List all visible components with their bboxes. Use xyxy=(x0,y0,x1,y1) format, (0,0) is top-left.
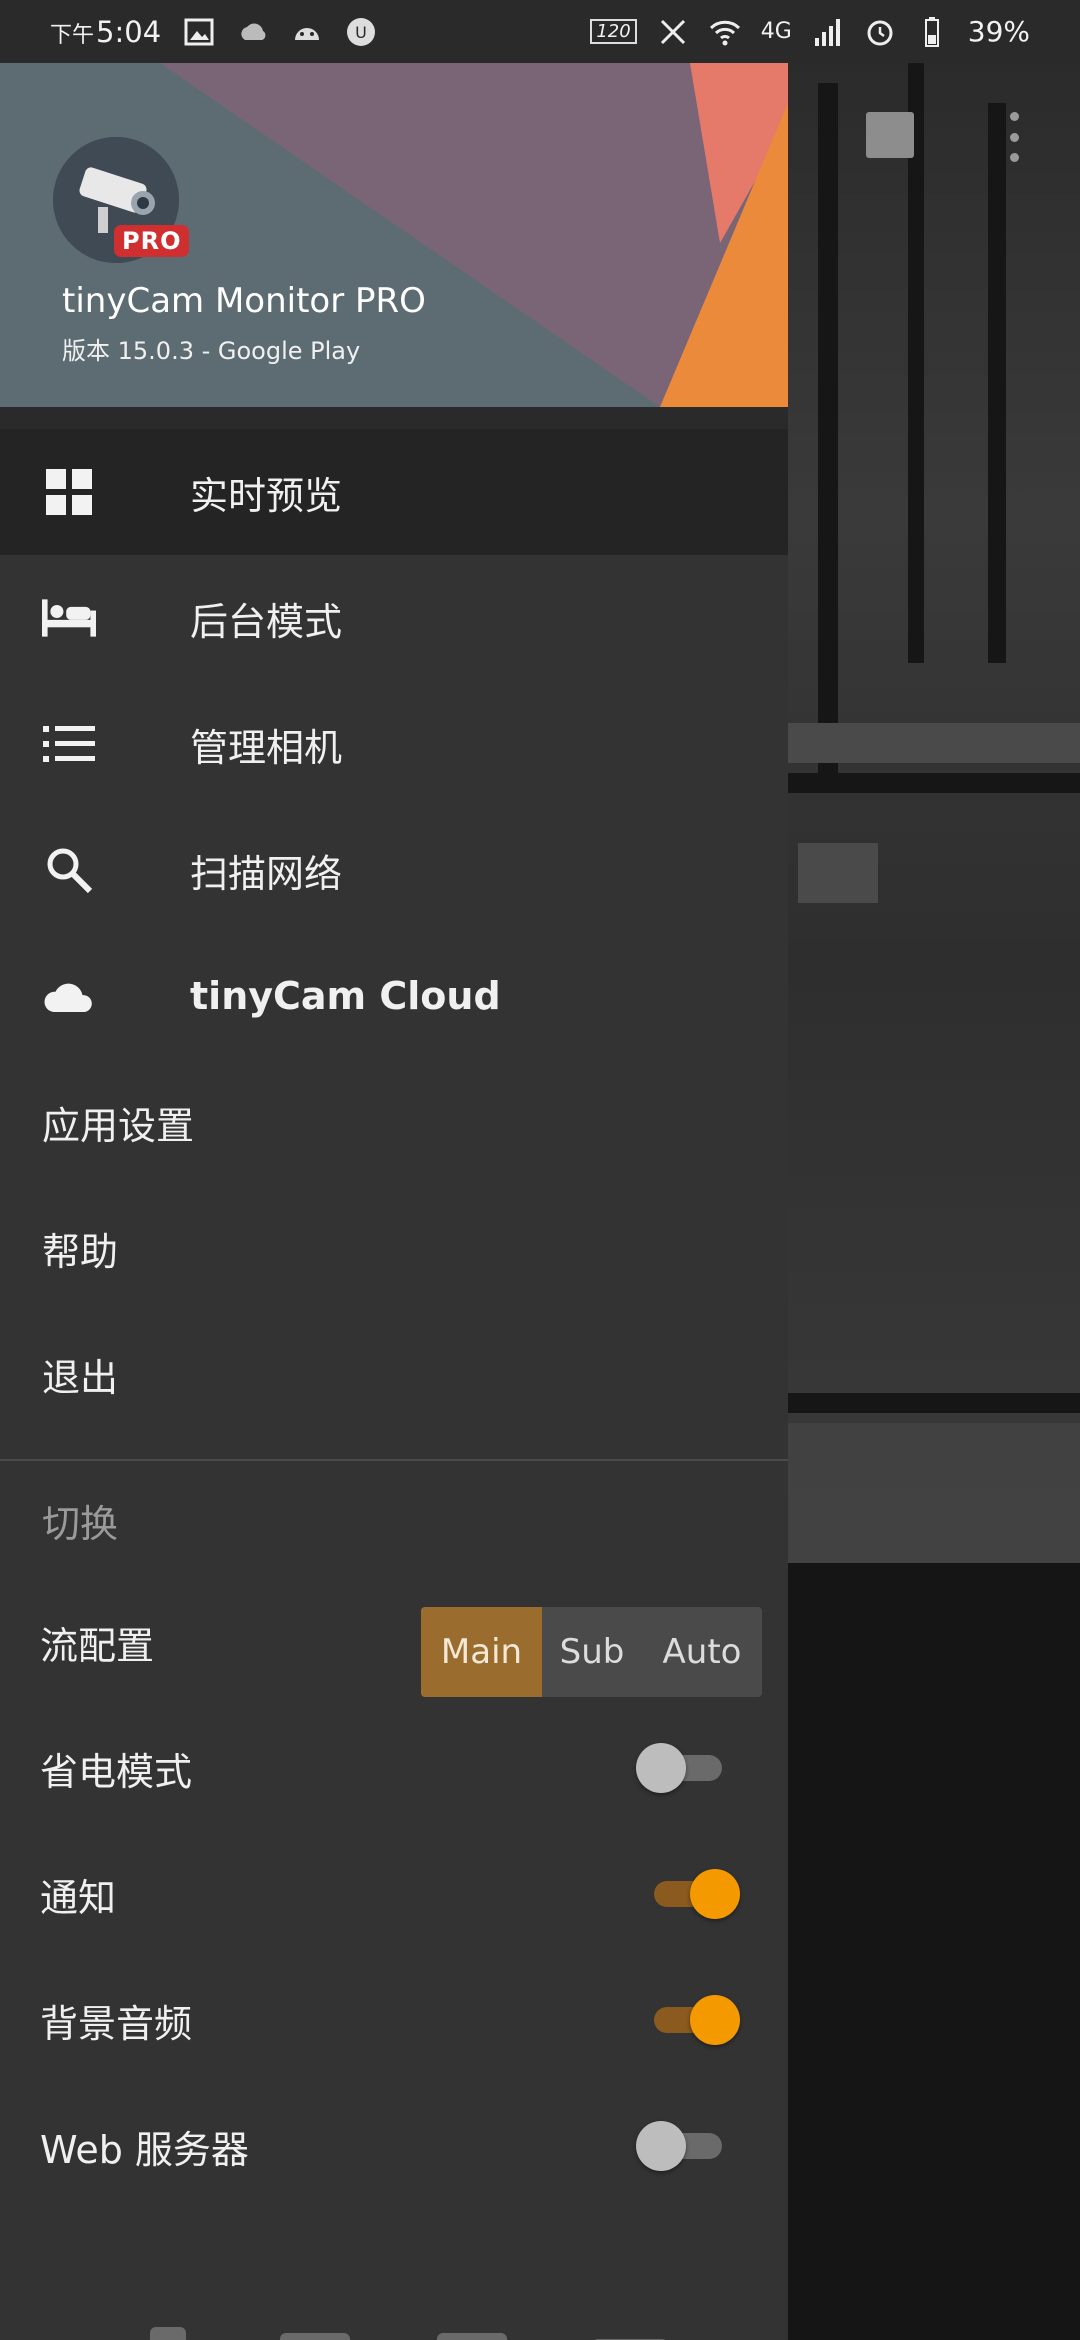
menu-item-app-settings[interactable]: 应用设置 xyxy=(0,1059,788,1185)
setting-power-save: 省电模式 xyxy=(0,1705,788,1831)
x-icon xyxy=(660,19,685,44)
menu-item-label: 实时预览 xyxy=(190,473,343,518)
setting-background-audio: 背景音频 xyxy=(0,1957,788,2083)
drawer-menu: 实时预览 后台模式 管理相机 扫描网络 tinyCam Cloud 应用设置 帮… xyxy=(0,429,788,1437)
menu-item-label: 后台模式 xyxy=(190,599,343,644)
bottom-icon-1[interactable] xyxy=(150,2327,186,2340)
menu-item-background-mode[interactable]: 后台模式 xyxy=(0,555,788,681)
cloud-status-icon xyxy=(241,22,266,40)
alarm-icon xyxy=(867,20,893,45)
grid-icon xyxy=(42,465,96,519)
menu-item-label: 帮助 xyxy=(42,1229,119,1274)
camera-empty-area xyxy=(788,1563,1080,2340)
menu-item-label: 应用设置 xyxy=(42,1103,195,1148)
refresh-rate-icon: 120 xyxy=(590,19,637,44)
drawer-header: PRO tinyCam Monitor PRO 版本 15.0.3 - Goog… xyxy=(0,63,788,407)
stream-option-auto[interactable]: Auto xyxy=(642,1607,762,1697)
stream-option-main[interactable]: Main xyxy=(421,1607,542,1697)
status-bar: 下午5:04 U 120 4G 39% xyxy=(0,0,1080,63)
stream-profile-selector: Main Sub Auto xyxy=(421,1607,762,1697)
notification-toggle[interactable] xyxy=(636,1869,740,1919)
menu-item-tinycam-cloud[interactable]: tinyCam Cloud xyxy=(0,933,788,1059)
bottom-icon-2[interactable] xyxy=(280,2333,350,2340)
bottom-toolbar-peek xyxy=(0,2313,788,2340)
pro-badge: PRO xyxy=(114,225,190,257)
background-audio-toggle[interactable] xyxy=(636,1995,740,2045)
setting-web-server: Web 服务器 xyxy=(0,2083,788,2209)
list-icon xyxy=(42,717,96,771)
cloud-icon xyxy=(42,969,96,1023)
navigation-drawer: PRO tinyCam Monitor PRO 版本 15.0.3 - Goog… xyxy=(0,63,788,2340)
menu-item-label: 管理相机 xyxy=(190,725,343,770)
stream-option-sub[interactable]: Sub xyxy=(542,1607,642,1697)
menu-item-help[interactable]: 帮助 xyxy=(0,1185,788,1311)
setting-label: 流配置 xyxy=(40,1623,155,1668)
bottom-icon-3[interactable] xyxy=(437,2333,507,2340)
menu-item-scan-network[interactable]: 扫描网络 xyxy=(0,807,788,933)
signal-icon xyxy=(814,18,840,46)
menu-item-label: tinyCam Cloud xyxy=(190,974,501,1018)
android-icon xyxy=(295,27,320,40)
web-server-toggle[interactable] xyxy=(636,2121,740,2171)
bed-icon xyxy=(42,591,96,645)
setting-notification: 通知 xyxy=(0,1831,788,1957)
more-options-icon[interactable] xyxy=(1007,112,1021,162)
menu-item-live-view[interactable]: 实时预览 xyxy=(0,429,788,555)
power-save-toggle[interactable] xyxy=(636,1743,740,1793)
battery-icon xyxy=(924,16,939,47)
menu-item-exit[interactable]: 退出 xyxy=(0,1311,788,1437)
setting-label: Web 服务器 xyxy=(40,2127,249,2172)
status-time: 下午5:04 xyxy=(50,14,162,49)
menu-item-manage-cameras[interactable]: 管理相机 xyxy=(0,681,788,807)
battery-level: 39% xyxy=(967,15,1030,48)
camera-live-view[interactable] xyxy=(788,63,1080,1563)
image-icon xyxy=(184,18,214,45)
menu-item-label: 扫描网络 xyxy=(190,851,343,896)
search-icon xyxy=(42,843,96,897)
svg-text:U: U xyxy=(355,23,367,42)
menu-item-label: 退出 xyxy=(42,1355,119,1400)
stop-button[interactable] xyxy=(866,112,914,158)
header-separator xyxy=(0,407,788,429)
setting-label: 背景音频 xyxy=(40,2001,193,2046)
app-version: 版本 15.0.3 - Google Play xyxy=(62,337,361,365)
section-header-toggles: 切换 xyxy=(42,1501,119,1546)
setting-stream-profile: 流配置 Main Sub Auto xyxy=(0,1579,788,1705)
network-type: 4G xyxy=(760,19,792,44)
setting-label: 通知 xyxy=(40,1875,117,1920)
wifi-icon xyxy=(709,20,740,45)
setting-label: 省电模式 xyxy=(40,1749,193,1794)
app-name: tinyCam Monitor PRO xyxy=(62,281,426,321)
app-status-icon: U xyxy=(347,17,376,46)
